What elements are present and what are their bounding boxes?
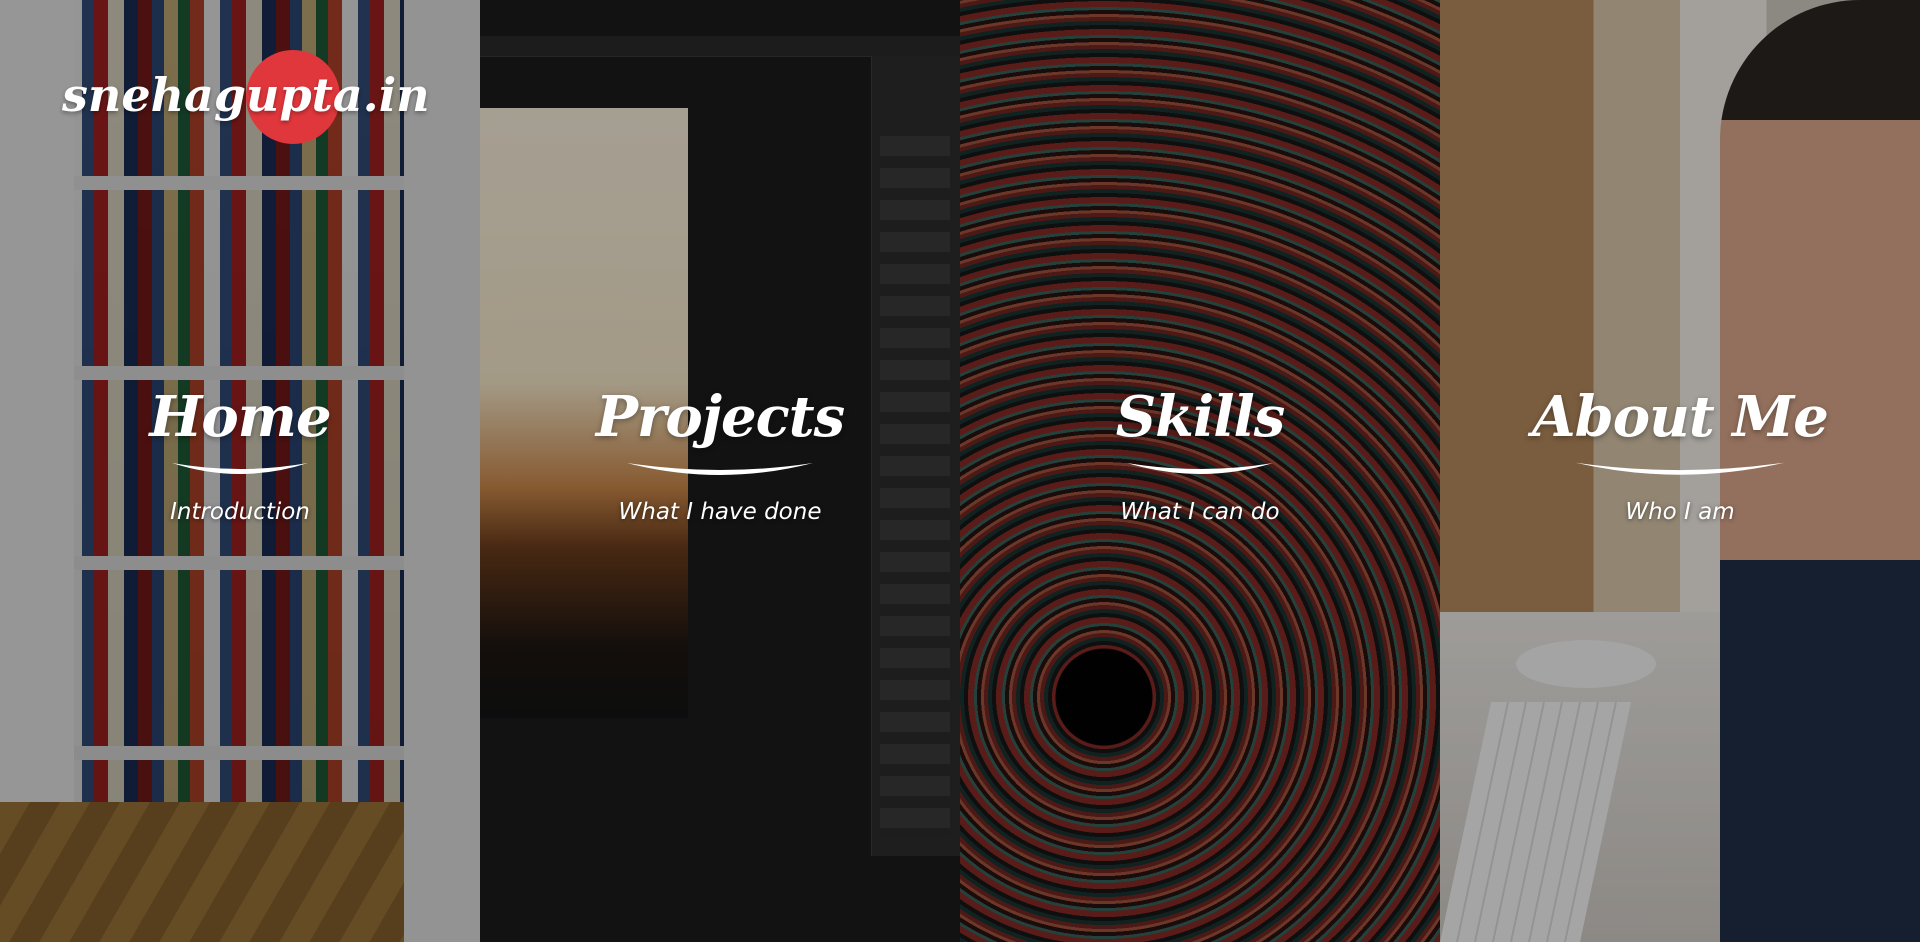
logo-text: snehagupta.in <box>62 68 430 122</box>
panel-home-content: Home Introduction <box>0 385 480 525</box>
panel-about-content: About Me Who I am <box>1440 385 1920 525</box>
panel-about[interactable]: About Me Who I am <box>1440 0 1920 942</box>
panel-projects-content: Projects What I have done <box>480 385 960 525</box>
panel-skills[interactable]: Skills What I can do <box>960 0 1440 942</box>
panel-title-projects: Projects <box>595 384 845 450</box>
site-logo[interactable]: snehagupta.in <box>62 50 430 144</box>
swoosh-underline <box>1575 462 1785 475</box>
panel-skills-content: Skills What I can do <box>960 385 1440 525</box>
swoosh-underline <box>1127 463 1273 474</box>
panel-title-about: About Me <box>1532 384 1829 450</box>
panel-subtitle-projects: What I have done <box>618 499 822 525</box>
panel-subtitle-home: Introduction <box>170 499 310 525</box>
panel-subtitle-skills: What I can do <box>1120 499 1280 525</box>
panel-home[interactable]: Home Introduction <box>0 0 480 942</box>
panel-title-skills: Skills <box>1115 384 1286 450</box>
panel-projects[interactable]: Projects What I have done <box>480 0 960 942</box>
swoosh-underline <box>172 463 308 474</box>
swoosh-underline <box>627 463 813 475</box>
panel-title-home: Home <box>149 384 331 450</box>
panel-subtitle-about: Who I am <box>1625 499 1735 525</box>
